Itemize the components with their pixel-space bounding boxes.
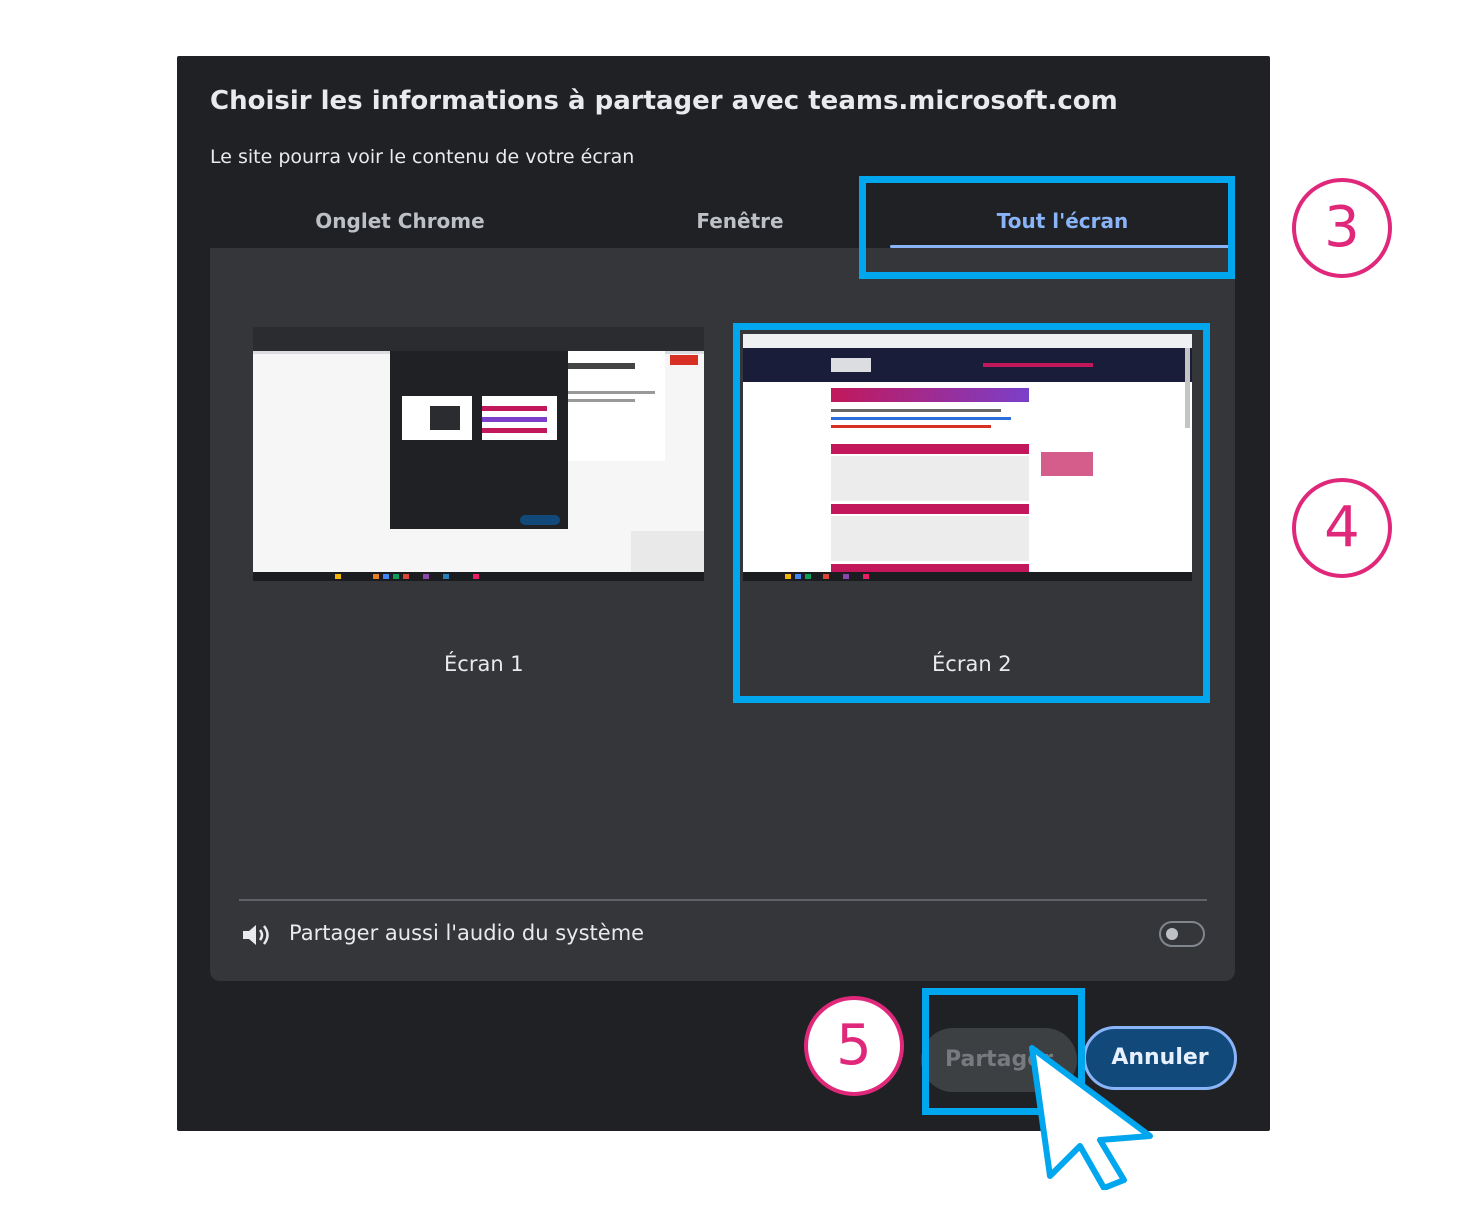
cancel-button[interactable]: Annuler — [1083, 1026, 1237, 1090]
screen-1-label: Écran 1 — [444, 652, 524, 676]
dialog-subtitle: Le site pourra voir le contenu de votre … — [210, 146, 635, 168]
tab-entire-screen[interactable]: Tout l'écran — [890, 196, 1235, 246]
step-marker-5: 5 — [804, 996, 904, 1096]
share-button[interactable]: Partager — [921, 1028, 1077, 1092]
screen-2-label: Écran 2 — [932, 652, 1012, 676]
tab-chrome-tab[interactable]: Onglet Chrome — [210, 196, 590, 246]
taskbar — [253, 572, 704, 581]
system-audio-toggle[interactable] — [1159, 921, 1205, 947]
toggle-knob — [1166, 928, 1178, 940]
browser-chrome — [743, 334, 1192, 348]
divider — [239, 899, 1207, 901]
step-marker-3: 3 — [1292, 178, 1392, 278]
taskbar — [743, 572, 1192, 581]
screen-1-thumbnail[interactable] — [253, 327, 704, 581]
step-marker-4: 4 — [1292, 478, 1392, 578]
tab-window[interactable]: Fenêtre — [570, 196, 910, 246]
screen-2-thumbnail[interactable] — [743, 334, 1192, 581]
browser-chrome — [253, 327, 704, 351]
system-audio-label: Partager aussi l'audio du système — [289, 921, 645, 945]
tab-bar: Onglet Chrome Fenêtre Tout l'écran — [210, 196, 1235, 248]
nested-dialog-preview — [390, 351, 568, 529]
speaker-icon — [243, 925, 269, 945]
site-header — [743, 348, 1192, 382]
dialog-title: Choisir les informations à partager avec… — [210, 86, 1118, 116]
